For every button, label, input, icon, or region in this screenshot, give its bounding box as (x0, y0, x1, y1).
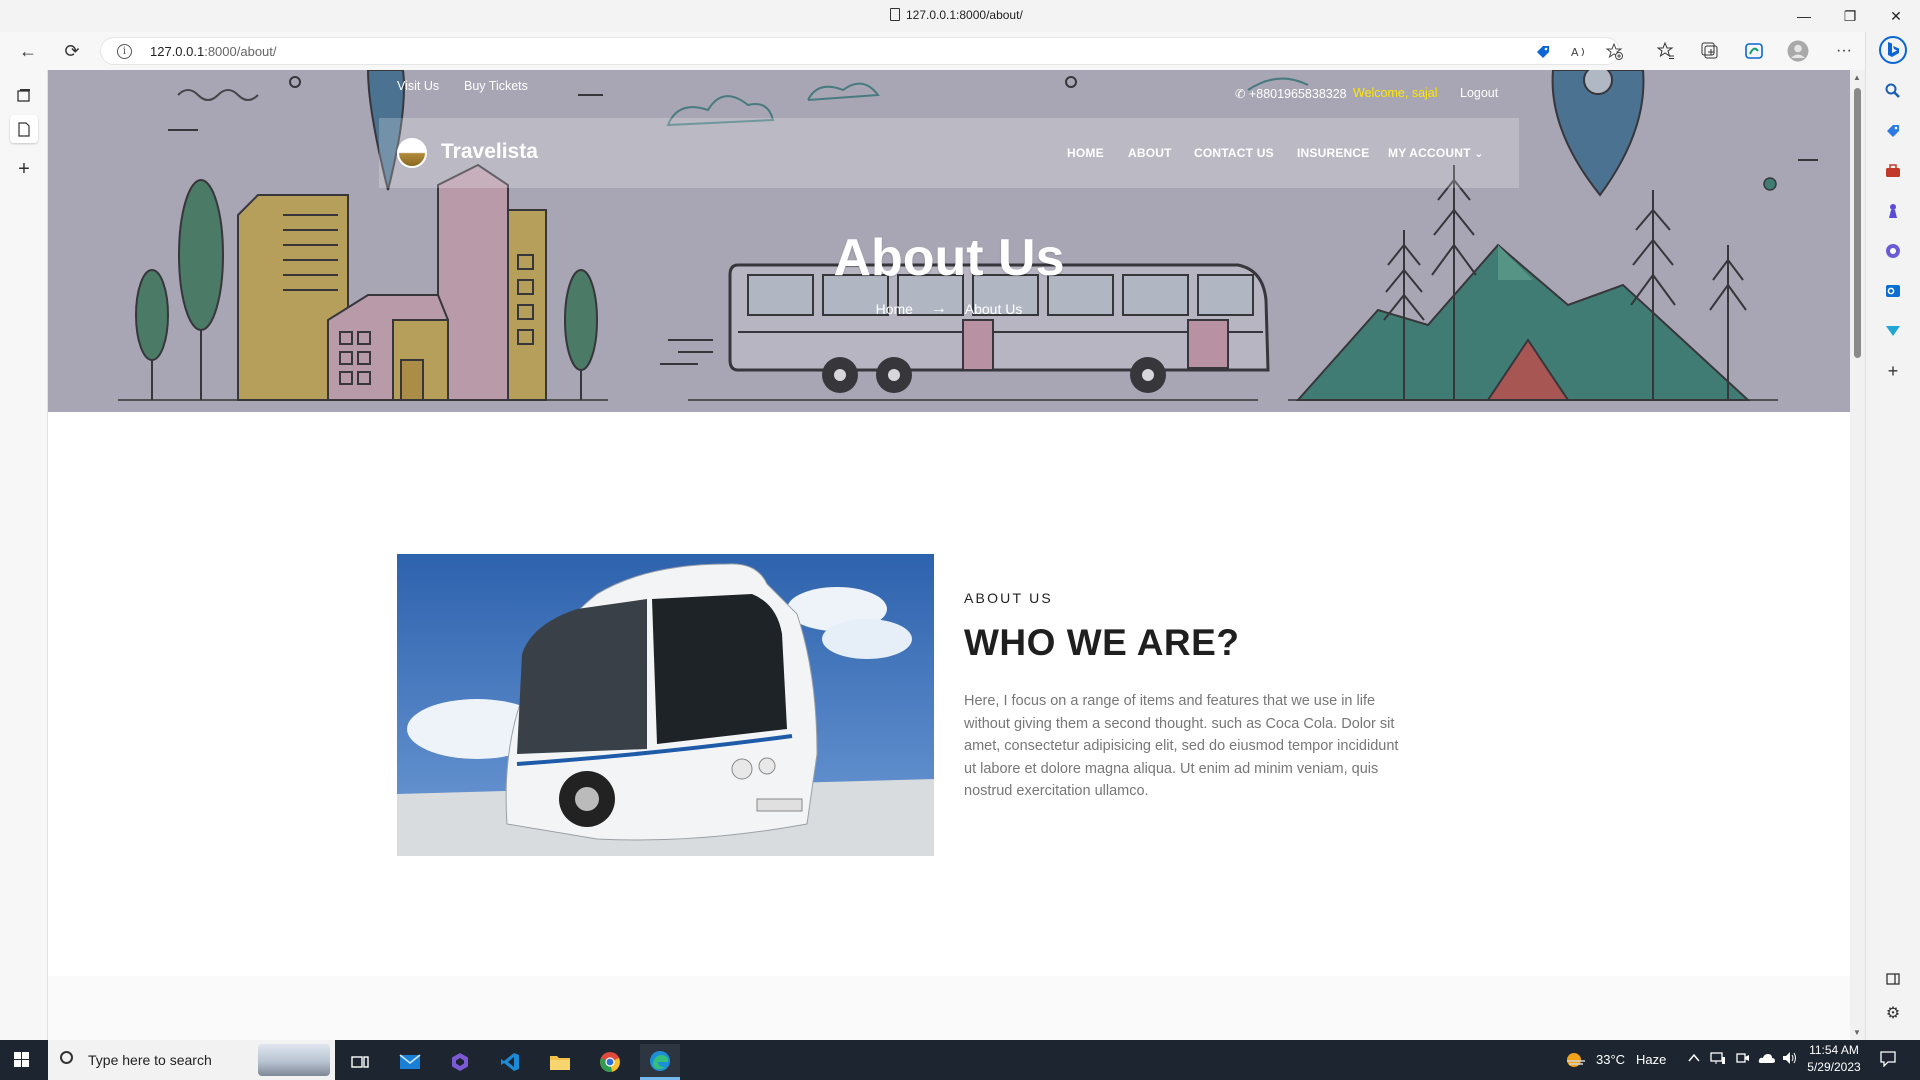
new-tab-icon[interactable]: + (10, 155, 38, 183)
hero-banner: Visit Us Buy Tickets ✆ +8801965838328 We… (48, 70, 1850, 412)
games-icon[interactable] (1880, 198, 1906, 224)
nav-home[interactable]: HOME (1067, 146, 1104, 160)
about-eyebrow: ABOUT US (964, 590, 1053, 606)
top-strip: Visit Us Buy Tickets ✆ +8801965838328 We… (48, 70, 1850, 118)
weather-temperature[interactable]: 33°C (1596, 1052, 1625, 1067)
network-icon[interactable] (1710, 1051, 1726, 1068)
nav-contact-us[interactable]: CONTACT US (1194, 146, 1274, 160)
url-text[interactable]: 127.0.0.1:8000/about/ (150, 44, 277, 59)
vscode-icon[interactable] (490, 1044, 530, 1080)
mail-icon[interactable] (390, 1044, 430, 1080)
task-view-icon[interactable] (340, 1044, 380, 1080)
meet-now-icon[interactable] (1736, 1051, 1750, 1068)
visual-studio-icon[interactable] (440, 1044, 480, 1080)
tools-icon[interactable] (1880, 158, 1906, 184)
about-description: Here, I focus on a range of items and fe… (964, 693, 1399, 800)
show-hidden-icons-icon[interactable] (1688, 1051, 1700, 1066)
vertical-tab-bar: + (0, 70, 48, 1040)
address-bar[interactable]: i 127.0.0.1:8000/about/ A (100, 37, 1623, 65)
scroll-down-icon[interactable]: ▼ (1853, 1028, 1861, 1037)
search-placeholder: Type here to search (88, 1052, 212, 1068)
performance-icon[interactable] (1742, 40, 1766, 62)
browser-toolbar: ← ⟳ i 127.0.0.1:8000/about/ A ··· (0, 32, 1920, 70)
favorite-add-icon[interactable] (1605, 42, 1625, 62)
about-heading: WHO WE ARE? (964, 622, 1240, 663)
settings-icon[interactable]: ⚙ (1880, 1000, 1906, 1026)
search-highlight-image (258, 1044, 330, 1076)
scroll-up-icon[interactable]: ▲ (1853, 73, 1861, 82)
edge-icon[interactable] (640, 1044, 680, 1080)
breadcrumb: Home → About Us (48, 300, 1850, 318)
volume-icon[interactable] (1782, 1051, 1798, 1068)
welcome-text: Welcome, sajal (1353, 86, 1438, 100)
travelista-logo-icon[interactable] (397, 138, 427, 168)
logout-link[interactable]: Logout (1460, 86, 1498, 100)
page-scrollbar[interactable]: ▲ ▼ (1850, 70, 1865, 1040)
drop-icon[interactable] (1880, 318, 1906, 344)
clock-date: 5/29/2023 (1807, 1060, 1861, 1074)
weather-icon[interactable] (1565, 1051, 1587, 1072)
tab-actions-icon[interactable] (10, 81, 38, 109)
phone-icon: ✆ (1235, 87, 1249, 101)
bing-chat-icon[interactable] (1879, 36, 1907, 64)
active-tab-icon[interactable] (10, 115, 38, 143)
browser-title-bar: 127.0.0.1:8000/about/ — ❐ ✕ (0, 0, 1920, 32)
more-menu-button[interactable]: ··· (1832, 40, 1856, 62)
about-bus-image (397, 554, 934, 856)
shopping-tag-icon[interactable] (1533, 42, 1553, 62)
buy-tickets-link[interactable]: Buy Tickets (464, 79, 528, 93)
clock[interactable]: 11:54 AM 5/29/2023 (1806, 1043, 1862, 1074)
collections-icon[interactable] (1698, 40, 1722, 62)
clock-time: 11:54 AM (1809, 1043, 1859, 1057)
arrow-right-icon: → (930, 300, 947, 318)
windows-start-icon[interactable] (14, 1052, 30, 1068)
visit-us-link[interactable]: Visit Us (397, 79, 439, 93)
profile-icon[interactable] (1786, 40, 1810, 62)
taskbar-search-box[interactable]: Type here to search (48, 1040, 335, 1080)
main-navbar: Travelista HOME ABOUT CONTACT US INSUREN… (379, 118, 1519, 188)
add-icon[interactable]: + (1880, 358, 1906, 384)
breadcrumb-home[interactable]: Home (876, 301, 913, 317)
shopping-icon[interactable] (1880, 118, 1906, 144)
nav-insurence[interactable]: INSURENCE (1297, 146, 1369, 160)
scrollbar-thumb[interactable] (1854, 88, 1861, 358)
read-aloud-icon[interactable]: A (1569, 42, 1589, 62)
close-button[interactable]: ✕ (1874, 0, 1918, 32)
phone-number: ✆ +8801965838328 (1235, 87, 1347, 101)
page-title: About Us (833, 229, 1065, 287)
nav-my-account[interactable]: MY ACCOUNT ⌄ (1388, 146, 1484, 160)
breadcrumb-current: About Us (964, 301, 1023, 318)
search-icon (60, 1051, 73, 1064)
notification-center-icon[interactable] (1880, 1051, 1896, 1070)
file-explorer-icon[interactable] (540, 1044, 580, 1080)
favorites-icon[interactable] (1654, 40, 1678, 62)
site-info-icon[interactable]: i (117, 44, 132, 59)
web-page: Visit Us Buy Tickets ✆ +8801965838328 We… (48, 70, 1850, 1040)
chrome-icon[interactable] (590, 1044, 630, 1080)
outlook-icon[interactable] (1880, 278, 1906, 304)
weather-description[interactable]: Haze (1636, 1052, 1666, 1067)
nav-about[interactable]: ABOUT (1128, 146, 1172, 160)
reload-button[interactable]: ⟳ (58, 38, 86, 64)
edge-sidebar: + ⚙ (1865, 32, 1920, 1040)
window-title: 127.0.0.1:8000/about/ (890, 8, 1023, 22)
chevron-down-icon: ⌄ (1474, 148, 1484, 160)
search-icon[interactable] (1880, 78, 1906, 104)
office-icon[interactable] (1880, 238, 1906, 264)
onedrive-icon[interactable] (1758, 1052, 1776, 1067)
back-button[interactable]: ← (14, 38, 42, 64)
next-section-background (48, 976, 1850, 1040)
windows-taskbar: Type here to search 33°C Haze 11:54 AM 5… (0, 1040, 1920, 1080)
minimize-button[interactable]: — (1782, 0, 1826, 32)
brand-name[interactable]: Travelista (441, 140, 538, 164)
restore-button[interactable]: ❐ (1828, 0, 1872, 32)
split-screen-icon[interactable] (1880, 966, 1906, 992)
svg-text:A: A (1571, 46, 1579, 59)
document-icon (890, 8, 900, 21)
